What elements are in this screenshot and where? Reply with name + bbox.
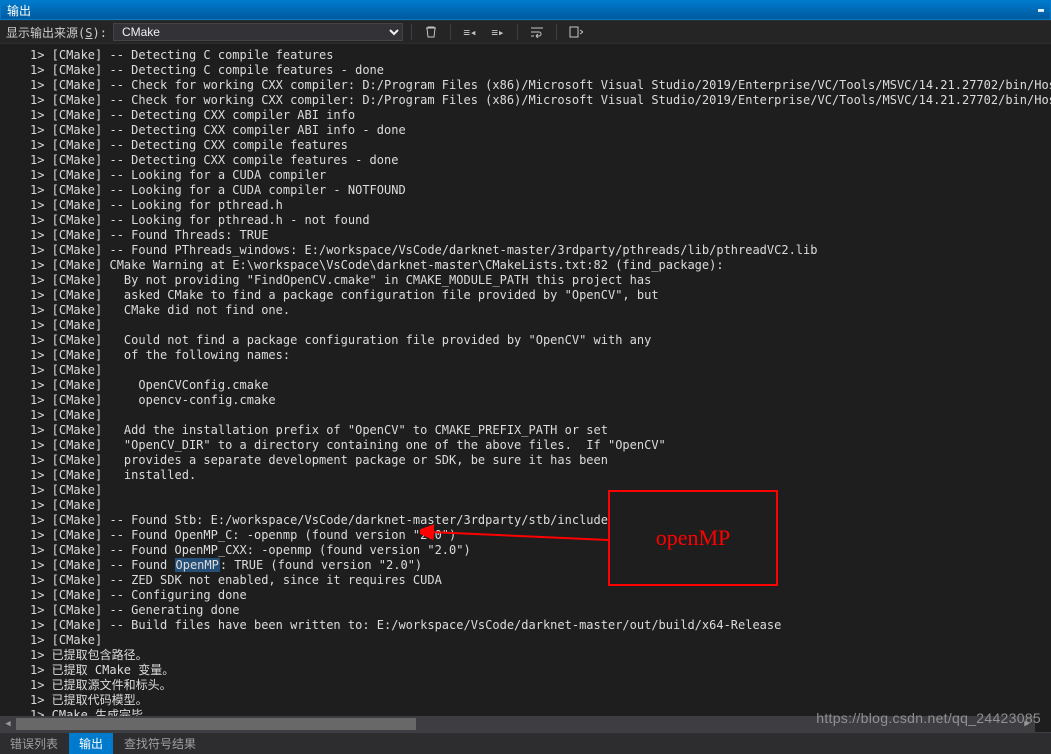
output-line: 1> [CMake] -- Check for working CXX comp… bbox=[30, 78, 1045, 93]
output-source-select[interactable]: CMake bbox=[113, 23, 403, 41]
output-line: 1> [CMake] -- Looking for a CUDA compile… bbox=[30, 183, 1045, 198]
output-line: 1> [CMake] By not providing "FindOpenCV.… bbox=[30, 273, 1045, 288]
output-text[interactable]: 1> [CMake] -- Detecting C compile featur… bbox=[0, 44, 1051, 727]
output-line: 1> [CMake] CMake did not find one. bbox=[30, 303, 1045, 318]
tab-output[interactable]: 输出 bbox=[69, 733, 114, 754]
toolbar-separator bbox=[450, 24, 451, 40]
output-line: 1> [CMake] -- Found Stb: E:/workspace/Vs… bbox=[30, 513, 1045, 528]
highlighted-text: OpenMP bbox=[175, 558, 220, 572]
output-area: 1> [CMake] -- Detecting C compile featur… bbox=[0, 44, 1051, 732]
output-line: 1> [CMake] -- Found OpenMP: TRUE (found … bbox=[30, 558, 1045, 573]
output-toolbar: 显示输出来源(S): CMake ≡◂ ≡▸ bbox=[0, 20, 1051, 44]
output-line: 1> [CMake] provides a separate developme… bbox=[30, 453, 1045, 468]
toolbar-separator bbox=[411, 24, 412, 40]
watermark-text: https://blog.csdn.net/qq_24423085 bbox=[816, 710, 1041, 726]
panel-title: 输出 bbox=[7, 2, 31, 19]
output-line: 1> 已提取包含路径。 bbox=[30, 648, 1045, 663]
output-line: 1> [CMake] -- Found Threads: TRUE bbox=[30, 228, 1045, 243]
output-line: 1> [CMake] -- Detecting CXX compile feat… bbox=[30, 138, 1045, 153]
output-line: 1> [CMake] -- Found OpenMP_C: -openmp (f… bbox=[30, 528, 1045, 543]
clear-all-button[interactable] bbox=[420, 23, 442, 41]
output-line: 1> [CMake] bbox=[30, 633, 1045, 648]
scrollbar-thumb[interactable] bbox=[16, 718, 416, 730]
output-line: 1> [CMake] -- Generating done bbox=[30, 603, 1045, 618]
pin-icon[interactable]: ▬ bbox=[1038, 5, 1044, 16]
output-line: 1> [CMake] bbox=[30, 363, 1045, 378]
output-line: 1> [CMake] -- Looking for pthread.h - no… bbox=[30, 213, 1045, 228]
output-line: 1> [CMake] bbox=[30, 498, 1045, 513]
output-line: 1> [CMake] -- Configuring done bbox=[30, 588, 1045, 603]
output-line: 1> [CMake] bbox=[30, 408, 1045, 423]
output-line: 1> 已提取源文件和标头。 bbox=[30, 678, 1045, 693]
output-line: 1> [CMake] -- Found OpenMP_CXX: -openmp … bbox=[30, 543, 1045, 558]
goto-button[interactable] bbox=[565, 23, 587, 41]
scroll-left-arrow[interactable]: ◀ bbox=[0, 716, 16, 732]
output-line: 1> [CMake] -- Detecting C compile featur… bbox=[30, 63, 1045, 78]
output-line: 1> [CMake] "OpenCV_DIR" to a directory c… bbox=[30, 438, 1045, 453]
tab-find-symbol-results[interactable]: 查找符号结果 bbox=[114, 733, 207, 754]
word-wrap-button[interactable] bbox=[526, 23, 548, 41]
output-line: 1> [CMake] -- Detecting CXX compiler ABI… bbox=[30, 108, 1045, 123]
output-line: 1> [CMake] -- Looking for pthread.h bbox=[30, 198, 1045, 213]
output-line: 1> 已提取 CMake 变量。 bbox=[30, 663, 1045, 678]
indent-increase-button[interactable]: ≡▸ bbox=[487, 23, 509, 41]
output-line: 1> [CMake] opencv-config.cmake bbox=[30, 393, 1045, 408]
output-line: 1> [CMake] -- Build files have been writ… bbox=[30, 618, 1045, 633]
output-line: 1> [CMake] Add the installation prefix o… bbox=[30, 423, 1045, 438]
output-line: 1> [CMake] -- Found PThreads_windows: E:… bbox=[30, 243, 1045, 258]
output-line: 1> [CMake] -- Check for working CXX comp… bbox=[30, 93, 1045, 108]
output-line: 1> [CMake] CMake Warning at E:\workspace… bbox=[30, 258, 1045, 273]
tab-error-list[interactable]: 错误列表 bbox=[0, 733, 69, 754]
output-line: 1> [CMake] bbox=[30, 483, 1045, 498]
output-line: 1> [CMake] -- Looking for a CUDA compile… bbox=[30, 168, 1045, 183]
toolbar-separator bbox=[517, 24, 518, 40]
output-line: 1> [CMake] installed. bbox=[30, 468, 1045, 483]
toolbar-separator bbox=[556, 24, 557, 40]
output-line: 1> [CMake] Could not find a package conf… bbox=[30, 333, 1045, 348]
output-line: 1> 已提取代码模型。 bbox=[30, 693, 1045, 708]
output-line: 1> [CMake] -- Detecting CXX compiler ABI… bbox=[30, 123, 1045, 138]
panel-titlebar: 输出 ▬ bbox=[0, 0, 1051, 20]
indent-decrease-button[interactable]: ≡◂ bbox=[459, 23, 481, 41]
output-line: 1> [CMake] -- Detecting C compile featur… bbox=[30, 48, 1045, 63]
show-output-from-label: 显示输出来源(S): bbox=[6, 24, 107, 41]
bottom-tabs: 错误列表 输出 查找符号结果 bbox=[0, 732, 1051, 754]
output-line: 1> [CMake] bbox=[30, 318, 1045, 333]
output-line: 1> [CMake] asked CMake to find a package… bbox=[30, 288, 1045, 303]
output-line: 1> [CMake] OpenCVConfig.cmake bbox=[30, 378, 1045, 393]
output-line: 1> [CMake] -- Detecting CXX compile feat… bbox=[30, 153, 1045, 168]
output-line: 1> [CMake] -- ZED SDK not enabled, since… bbox=[30, 573, 1045, 588]
output-line: 1> [CMake] of the following names: bbox=[30, 348, 1045, 363]
